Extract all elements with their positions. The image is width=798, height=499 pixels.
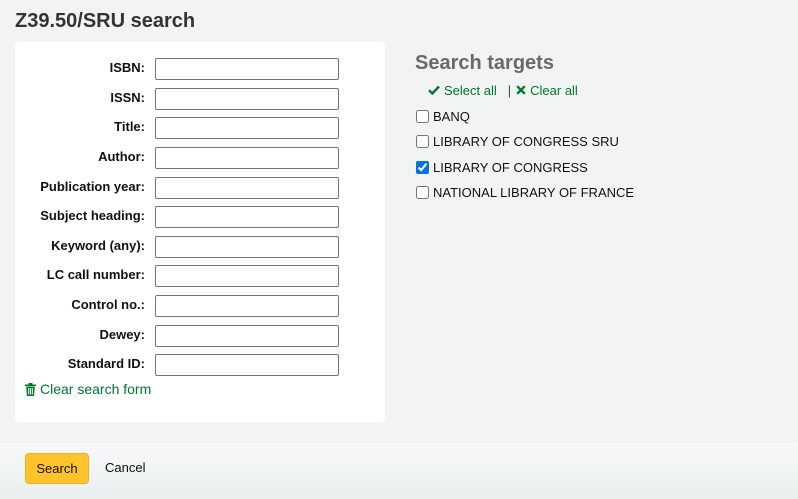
- target-item-bnf[interactable]: NATIONAL LIBRARY OF FRANCE: [414, 185, 634, 200]
- field-row-control-no: Control no.:: [15, 293, 385, 317]
- target-checkbox-loc-sru[interactable]: [416, 135, 429, 148]
- form-actions-bar: Search Cancel: [0, 443, 798, 499]
- keyword-label: Keyword (any):: [51, 238, 145, 253]
- cancel-link[interactable]: Cancel: [105, 460, 145, 475]
- dewey-input[interactable]: [155, 325, 339, 347]
- field-row-standard-id: Standard ID:: [15, 352, 385, 376]
- target-checkbox-loc[interactable]: [416, 161, 429, 174]
- subject-heading-input[interactable]: [155, 206, 339, 228]
- isbn-input[interactable]: [155, 58, 339, 80]
- search-form-panel: ISBN: ISSN: Title: Author: Publication y…: [15, 42, 385, 422]
- field-row-lc-call-number: LC call number:: [15, 263, 385, 287]
- target-item-loc[interactable]: LIBRARY OF CONGRESS: [414, 160, 588, 175]
- dewey-label: Dewey:: [99, 327, 145, 342]
- check-icon: [428, 83, 440, 98]
- select-all-link[interactable]: Select all: [428, 83, 497, 98]
- clear-all-link[interactable]: Clear all: [516, 83, 578, 98]
- author-label: Author:: [98, 149, 145, 164]
- field-row-keyword: Keyword (any):: [15, 234, 385, 258]
- keyword-input[interactable]: [155, 236, 339, 258]
- target-actions: Select all | Clear all: [428, 83, 578, 98]
- lc-call-number-input[interactable]: [155, 265, 339, 287]
- x-icon: [516, 83, 526, 98]
- field-row-subject-heading: Subject heading:: [15, 204, 385, 228]
- isbn-label: ISBN:: [109, 60, 145, 75]
- target-label-loc: LIBRARY OF CONGRESS: [433, 160, 588, 175]
- field-row-issn: ISSN:: [15, 86, 385, 110]
- page-title: Z39.50/SRU search: [15, 10, 196, 32]
- title-input[interactable]: [155, 117, 339, 139]
- control-no-label: Control no.:: [71, 297, 145, 312]
- target-label-banq: BANQ: [433, 109, 470, 124]
- target-item-loc-sru[interactable]: LIBRARY OF CONGRESS SRU: [414, 134, 619, 149]
- target-checkbox-bnf[interactable]: [416, 186, 429, 199]
- clear-search-form-label: Clear search form: [40, 381, 152, 397]
- standard-id-input[interactable]: [155, 354, 339, 376]
- actions-separator: |: [507, 83, 512, 98]
- issn-input[interactable]: [155, 88, 339, 110]
- control-no-input[interactable]: [155, 295, 339, 317]
- field-row-title: Title:: [15, 115, 385, 139]
- trash-icon: [25, 382, 36, 396]
- author-input[interactable]: [155, 147, 339, 169]
- clear-search-form-link[interactable]: Clear search form: [25, 381, 151, 397]
- title-label: Title:: [114, 119, 145, 134]
- z3950-search-page: Z39.50/SRU search ISBN: ISSN: Title: Aut…: [0, 0, 798, 499]
- search-button[interactable]: Search: [25, 453, 89, 484]
- target-label-loc-sru: LIBRARY OF CONGRESS SRU: [433, 134, 619, 149]
- clear-all-label: Clear all: [530, 83, 578, 98]
- target-label-bnf: NATIONAL LIBRARY OF FRANCE: [433, 185, 635, 200]
- search-targets-title: Search targets: [415, 52, 554, 74]
- publication-year-input[interactable]: [155, 177, 339, 199]
- field-row-publication-year: Publication year:: [15, 175, 385, 199]
- target-item-banq[interactable]: BANQ: [414, 109, 470, 124]
- lc-call-number-label: LC call number:: [46, 267, 145, 282]
- subject-heading-label: Subject heading:: [40, 208, 145, 223]
- field-row-isbn: ISBN:: [15, 56, 385, 80]
- field-row-dewey: Dewey:: [15, 323, 385, 347]
- publication-year-label: Publication year:: [40, 179, 145, 194]
- issn-label: ISSN:: [110, 90, 145, 105]
- field-row-author: Author:: [15, 145, 385, 169]
- standard-id-label: Standard ID:: [67, 356, 145, 371]
- target-checkbox-banq[interactable]: [416, 110, 429, 123]
- select-all-label: Select all: [444, 83, 497, 98]
